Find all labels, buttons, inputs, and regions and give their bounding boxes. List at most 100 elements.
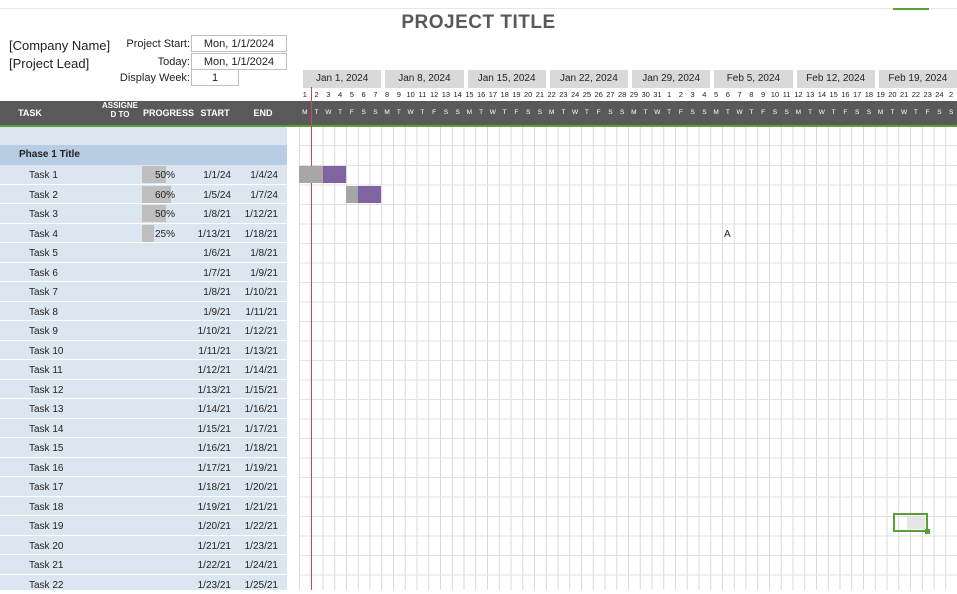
task-name[interactable]: Task 4 [29, 229, 58, 240]
table-row[interactable]: Task 11 1/12/21 1/14/21 [0, 360, 287, 380]
table-row[interactable]: Task 14 1/15/21 1/17/21 [0, 419, 287, 439]
table-row[interactable]: Task 121/13/211/15/21 [0, 380, 287, 400]
gantt-bar-complete[interactable] [299, 166, 323, 183]
task-name[interactable]: Task 5 [29, 248, 58, 259]
progress-value[interactable]: 60% [142, 190, 175, 201]
task-name[interactable]: Task 8 [29, 307, 58, 318]
progress-value[interactable]: 25% [142, 229, 175, 240]
end-date[interactable]: 1/10/21 [238, 287, 278, 298]
start-date[interactable]: 1/15/21 [190, 424, 231, 435]
end-date[interactable]: 1/11/21 [238, 307, 278, 318]
phase-title[interactable]: Phase 1 Title [19, 149, 80, 160]
start-date[interactable]: 1/17/21 [190, 463, 231, 474]
end-date[interactable]: 1/8/21 [238, 248, 278, 259]
today-field[interactable]: Mon, 1/1/2024 [191, 53, 287, 70]
task-name[interactable]: Task 16 [29, 463, 63, 474]
table-row[interactable]: Task 4 25% 1/13/21 1/18/21 [0, 224, 287, 244]
start-date[interactable]: 1/13/21 [190, 385, 231, 396]
start-date[interactable]: 1/11/21 [190, 346, 231, 357]
start-date[interactable]: 1/20/21 [190, 521, 231, 532]
start-date[interactable]: 1/16/21 [190, 443, 231, 454]
task-name[interactable]: Task 19 [29, 521, 63, 532]
start-date[interactable]: 1/7/21 [190, 268, 231, 279]
end-date[interactable]: 1/25/21 [238, 580, 278, 591]
start-date[interactable]: 1/21/21 [190, 541, 231, 552]
week-label[interactable]: Jan 8, 2024 [385, 70, 463, 88]
task-name[interactable]: Task 9 [29, 326, 58, 337]
table-row[interactable]: Task 7 1/8/21 1/10/21 [0, 282, 287, 302]
column-header-progress[interactable]: PROGRESS [143, 101, 191, 125]
task-name[interactable]: Task 15 [29, 443, 63, 454]
task-name[interactable]: Task 22 [29, 580, 63, 591]
column-header-end[interactable]: END [242, 101, 284, 125]
table-row[interactable]: Task 17 1/18/21 1/20/21 [0, 477, 287, 497]
table-row[interactable]: Task 131/14/211/16/21 [0, 399, 287, 419]
week-label[interactable]: Feb 5, 2024 [714, 70, 792, 88]
table-row[interactable]: Task 18 1/19/21 1/21/21 [0, 497, 287, 517]
end-date[interactable]: 1/9/21 [238, 268, 278, 279]
task-name[interactable]: Task 11 [29, 365, 63, 376]
column-header-start[interactable]: START [195, 101, 235, 125]
end-date[interactable]: 1/18/21 [238, 443, 278, 454]
table-row[interactable]: Task 150%1/1/241/4/24 [0, 165, 287, 185]
progress-value[interactable]: 50% [142, 170, 175, 181]
project-lead[interactable]: [Project Lead] [9, 56, 89, 71]
end-date[interactable]: 1/24/21 [238, 560, 278, 571]
task-name[interactable]: Task 18 [29, 502, 63, 513]
task-name[interactable]: Task 7 [29, 287, 58, 298]
start-date[interactable]: 1/6/21 [190, 248, 231, 259]
table-row[interactable]: Task 201/21/211/23/21 [0, 536, 287, 556]
display-week-field[interactable]: 1 [191, 69, 239, 86]
start-date[interactable]: 1/1/24 [190, 170, 231, 181]
task-name[interactable]: Task 17 [29, 482, 63, 493]
table-row[interactable]: Task 2 60% 1/5/24 1/7/24 [0, 185, 287, 205]
start-date[interactable]: 1/10/21 [190, 326, 231, 337]
end-date[interactable]: 1/18/21 [238, 229, 278, 240]
task-name[interactable]: Task 2 [29, 190, 58, 201]
start-date[interactable]: 1/12/21 [190, 365, 231, 376]
task-name[interactable]: Task 1 [29, 170, 58, 181]
table-row[interactable]: Task 350%1/8/211/12/21 [0, 204, 287, 224]
task-name[interactable]: Task 13 [29, 404, 63, 415]
end-date[interactable]: 1/12/21 [238, 326, 278, 337]
column-header-assigned[interactable]: ASSIGNE D TO [100, 101, 140, 125]
start-date[interactable]: 1/22/21 [190, 560, 231, 571]
end-date[interactable]: 1/21/21 [238, 502, 278, 513]
fill-handle[interactable] [925, 529, 930, 534]
table-row[interactable]: Task 161/17/211/19/21 [0, 458, 287, 478]
start-date[interactable]: 1/18/21 [190, 482, 231, 493]
table-row[interactable]: Task 19 1/20/21 1/22/21 [0, 516, 287, 536]
start-date[interactable]: 1/19/21 [190, 502, 231, 513]
task-name[interactable]: Task 12 [29, 385, 63, 396]
gantt-bar-remaining[interactable] [323, 166, 347, 183]
task-name[interactable]: Task 14 [29, 424, 63, 435]
table-row[interactable]: Task 9 1/10/21 1/12/21 [0, 321, 287, 341]
end-date[interactable]: 1/17/21 [238, 424, 278, 435]
table-row[interactable]: Task 15 1/16/21 1/18/21 [0, 438, 287, 458]
end-date[interactable]: 1/14/21 [238, 365, 278, 376]
timeline-grid[interactable] [299, 127, 957, 590]
week-label[interactable]: Jan 1, 2024 [303, 70, 381, 88]
task-name[interactable]: Task 3 [29, 209, 58, 220]
table-row[interactable]: Task 6 1/7/21 1/9/21 [0, 263, 287, 283]
company-name[interactable]: [Company Name] [9, 38, 110, 53]
cell-note[interactable]: A [724, 229, 731, 240]
week-label[interactable]: Feb 12, 2024 [797, 70, 875, 88]
end-date[interactable]: 1/22/21 [238, 521, 278, 532]
start-date[interactable]: 1/8/21 [190, 287, 231, 298]
gantt-bar-complete[interactable] [346, 186, 358, 203]
start-date[interactable]: 1/8/21 [190, 209, 231, 220]
selected-cell[interactable] [893, 513, 928, 532]
task-name[interactable]: Task 10 [29, 346, 63, 357]
week-label[interactable]: Jan 22, 2024 [550, 70, 628, 88]
task-name[interactable]: Task 6 [29, 268, 58, 279]
gantt-bar-remaining[interactable] [358, 186, 382, 203]
start-date[interactable]: 1/13/21 [190, 229, 231, 240]
end-date[interactable]: 1/7/24 [238, 190, 278, 201]
start-date[interactable]: 1/9/21 [190, 307, 231, 318]
task-name[interactable]: Task 21 [29, 560, 63, 571]
end-date[interactable]: 1/12/21 [238, 209, 278, 220]
table-row[interactable]: Task 8 1/9/21 1/11/21 [0, 302, 287, 322]
end-date[interactable]: 1/20/21 [238, 482, 278, 493]
start-date[interactable]: 1/5/24 [190, 190, 231, 201]
